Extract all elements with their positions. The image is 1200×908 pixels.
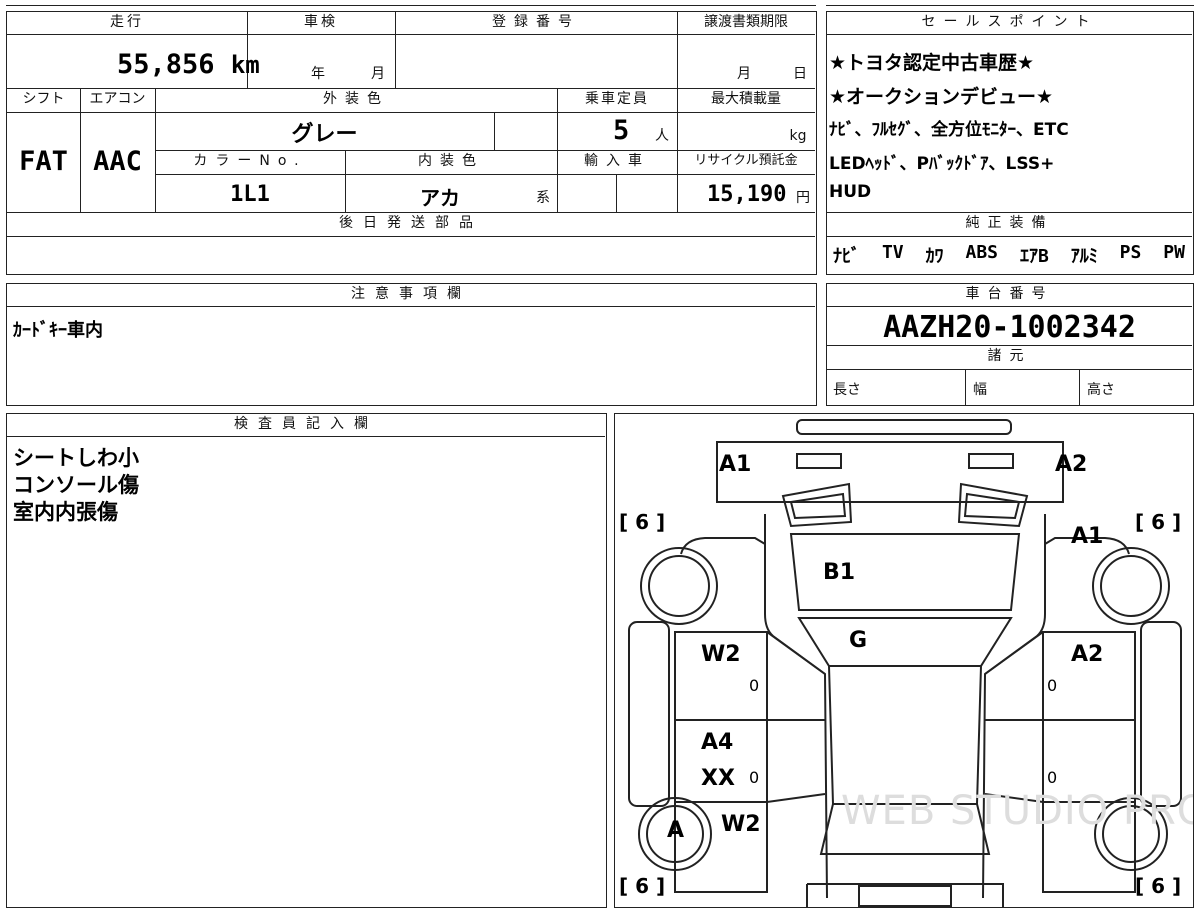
transfer-deadline-header: 譲渡書類期限 <box>704 14 788 30</box>
capacity-unit: 人 <box>655 128 669 144</box>
exterior-color-value: グレー <box>291 122 358 147</box>
recycle-unit: 円 <box>796 190 810 206</box>
damage-diagram: [ 6 ] [ 6 ] [ 6 ] [ 6 ] A1 A2 A1 B1 G W2… <box>614 413 1194 908</box>
zero-mark: 0 <box>1047 768 1058 787</box>
interior-suffix: 系 <box>536 190 550 206</box>
inspector-line-2: コンソール傷 <box>13 473 139 497</box>
equipment-list: ﾅﾋﾞ TV ｶﾜ ABS ｴｱB ｱﾙﾐ PS PW <box>833 242 1185 268</box>
max-load-header: 最大積載量 <box>711 91 781 107</box>
sales-line-4: LEDﾍｯﾄﾞ、Pﾊﾞｯｸﾄﾞｱ、LSS+ <box>829 154 1055 174</box>
notes-text: ｶｰﾄﾞｷｰ車内 <box>13 320 103 341</box>
mileage-value: 55,856 km <box>117 49 260 80</box>
equipment-item: PW <box>1163 242 1185 263</box>
vehicle-info-table: 走行 車検 登録番号 譲渡書類期限 55,856 km 年 月 月 日 シフト … <box>6 11 817 275</box>
bracket-rear-left: [ 6 ] <box>619 874 666 898</box>
bracket-rear-right: [ 6 ] <box>1135 874 1182 898</box>
inspector-line-3: 室内内張傷 <box>13 500 118 524</box>
mileage-header: 走行 <box>110 14 144 30</box>
mark-fender-right: A1 <box>1071 524 1104 549</box>
spec-length: 長さ <box>833 382 861 398</box>
equipment-item: ABS <box>965 242 999 263</box>
interior-color-header: 内装色 <box>418 153 484 169</box>
recycle-deposit-value: 15,190 <box>707 182 787 207</box>
shift-header: シフト <box>22 91 65 107</box>
inspection-month: 月 <box>371 66 385 82</box>
mark-front-left: A1 <box>719 452 752 477</box>
exterior-color-header: 外装色 <box>323 91 389 107</box>
sales-points-header: セールスポイント <box>921 14 1098 30</box>
inspection-year: 年 <box>311 66 325 82</box>
registration-header: 登録番号 <box>492 14 580 30</box>
sales-line-5: HUD <box>829 182 872 202</box>
ac-value: AAC <box>93 146 142 177</box>
bracket-front-right: [ 6 ] <box>1135 510 1182 534</box>
zero-mark: 0 <box>1047 676 1058 695</box>
zero-mark: 0 <box>749 676 760 695</box>
ac-header: エアコン <box>89 91 146 107</box>
later-parts-header: 後日発送部品 <box>339 215 483 231</box>
load-unit: kg <box>789 128 807 144</box>
transfer-month: 月 <box>737 66 751 82</box>
equipment-item: ｱﾙﾐ <box>1070 246 1098 267</box>
spec-height: 高さ <box>1087 382 1115 398</box>
top-stub-row-right <box>826 0 1194 6</box>
chassis-number: AAZH20-1002342 <box>883 310 1136 345</box>
mileage-number: 55,856 <box>117 49 215 80</box>
mileage-unit: km <box>230 51 260 79</box>
shift-value: FAT <box>19 146 68 177</box>
mark-windshield: G <box>849 628 868 653</box>
equipment-item: ｶﾜ <box>925 246 944 267</box>
mark-door-right-front: A2 <box>1071 642 1104 667</box>
mark-door-left-front: W2 <box>701 642 741 667</box>
top-stub-row <box>6 0 816 6</box>
mark-rear-left-w: W2 <box>721 812 761 837</box>
inspector-header: 検査員記入欄 <box>234 416 378 432</box>
sales-points-panel: セールスポイント ★トヨタ認定中古車歴★ ★オークションデビュー★ ﾅﾋﾞ、ﾌﾙ… <box>826 11 1194 275</box>
recycle-deposit-header: リサイクル預託金 <box>694 153 798 168</box>
inspector-line-1: シートしわ小 <box>13 446 139 470</box>
capacity-value: 5 <box>613 115 630 146</box>
notes-header: 注意事項欄 <box>351 286 471 302</box>
chassis-panel: 車台番号 AAZH20-1002342 諸元 長さ 幅 高さ <box>826 283 1194 406</box>
capacity-header: 乗車定員 <box>585 91 649 107</box>
notes-panel: 注意事項欄 ｶｰﾄﾞｷｰ車内 <box>6 283 817 406</box>
sales-line-3: ﾅﾋﾞ、ﾌﾙｾｸﾞ、全方位ﾓﾆﾀｰ、ETC <box>829 120 1069 140</box>
mark-hood: B1 <box>823 560 856 585</box>
specs-header: 諸元 <box>987 348 1032 364</box>
chassis-header: 車台番号 <box>965 286 1054 302</box>
interior-color-value: アカ <box>420 186 460 210</box>
equipment-item: ﾅﾋﾞ <box>833 246 860 267</box>
mark-door-left-rear-b: XX <box>701 766 735 791</box>
sales-line-1: ★トヨタ認定中古車歴★ <box>829 52 1035 74</box>
import-header: 輸入車 <box>584 153 650 169</box>
mark-door-left-rear-a: A4 <box>701 730 734 755</box>
color-no-header: カラーNo. <box>193 153 307 169</box>
mark-front-right: A2 <box>1055 452 1088 477</box>
watermark: WEB STUDIO PRO <box>841 788 1194 834</box>
transfer-day: 日 <box>793 66 807 82</box>
zero-mark: 0 <box>749 768 760 787</box>
sales-line-2: ★オークションデビュー★ <box>829 86 1054 108</box>
equipment-item: PS <box>1119 242 1142 263</box>
inspection-header: 車検 <box>304 14 338 30</box>
inspector-panel: 検査員記入欄 シートしわ小 コンソール傷 室内内張傷 <box>6 413 607 908</box>
equipment-item: TV <box>881 242 904 263</box>
color-no-value: 1L1 <box>230 182 270 207</box>
equipment-item: ｴｱB <box>1019 246 1049 267</box>
mark-rear-left-wheel: A <box>667 818 685 843</box>
equipment-header: 純正装備 <box>965 215 1054 231</box>
spec-width: 幅 <box>973 382 987 398</box>
bracket-front-left: [ 6 ] <box>619 510 666 534</box>
